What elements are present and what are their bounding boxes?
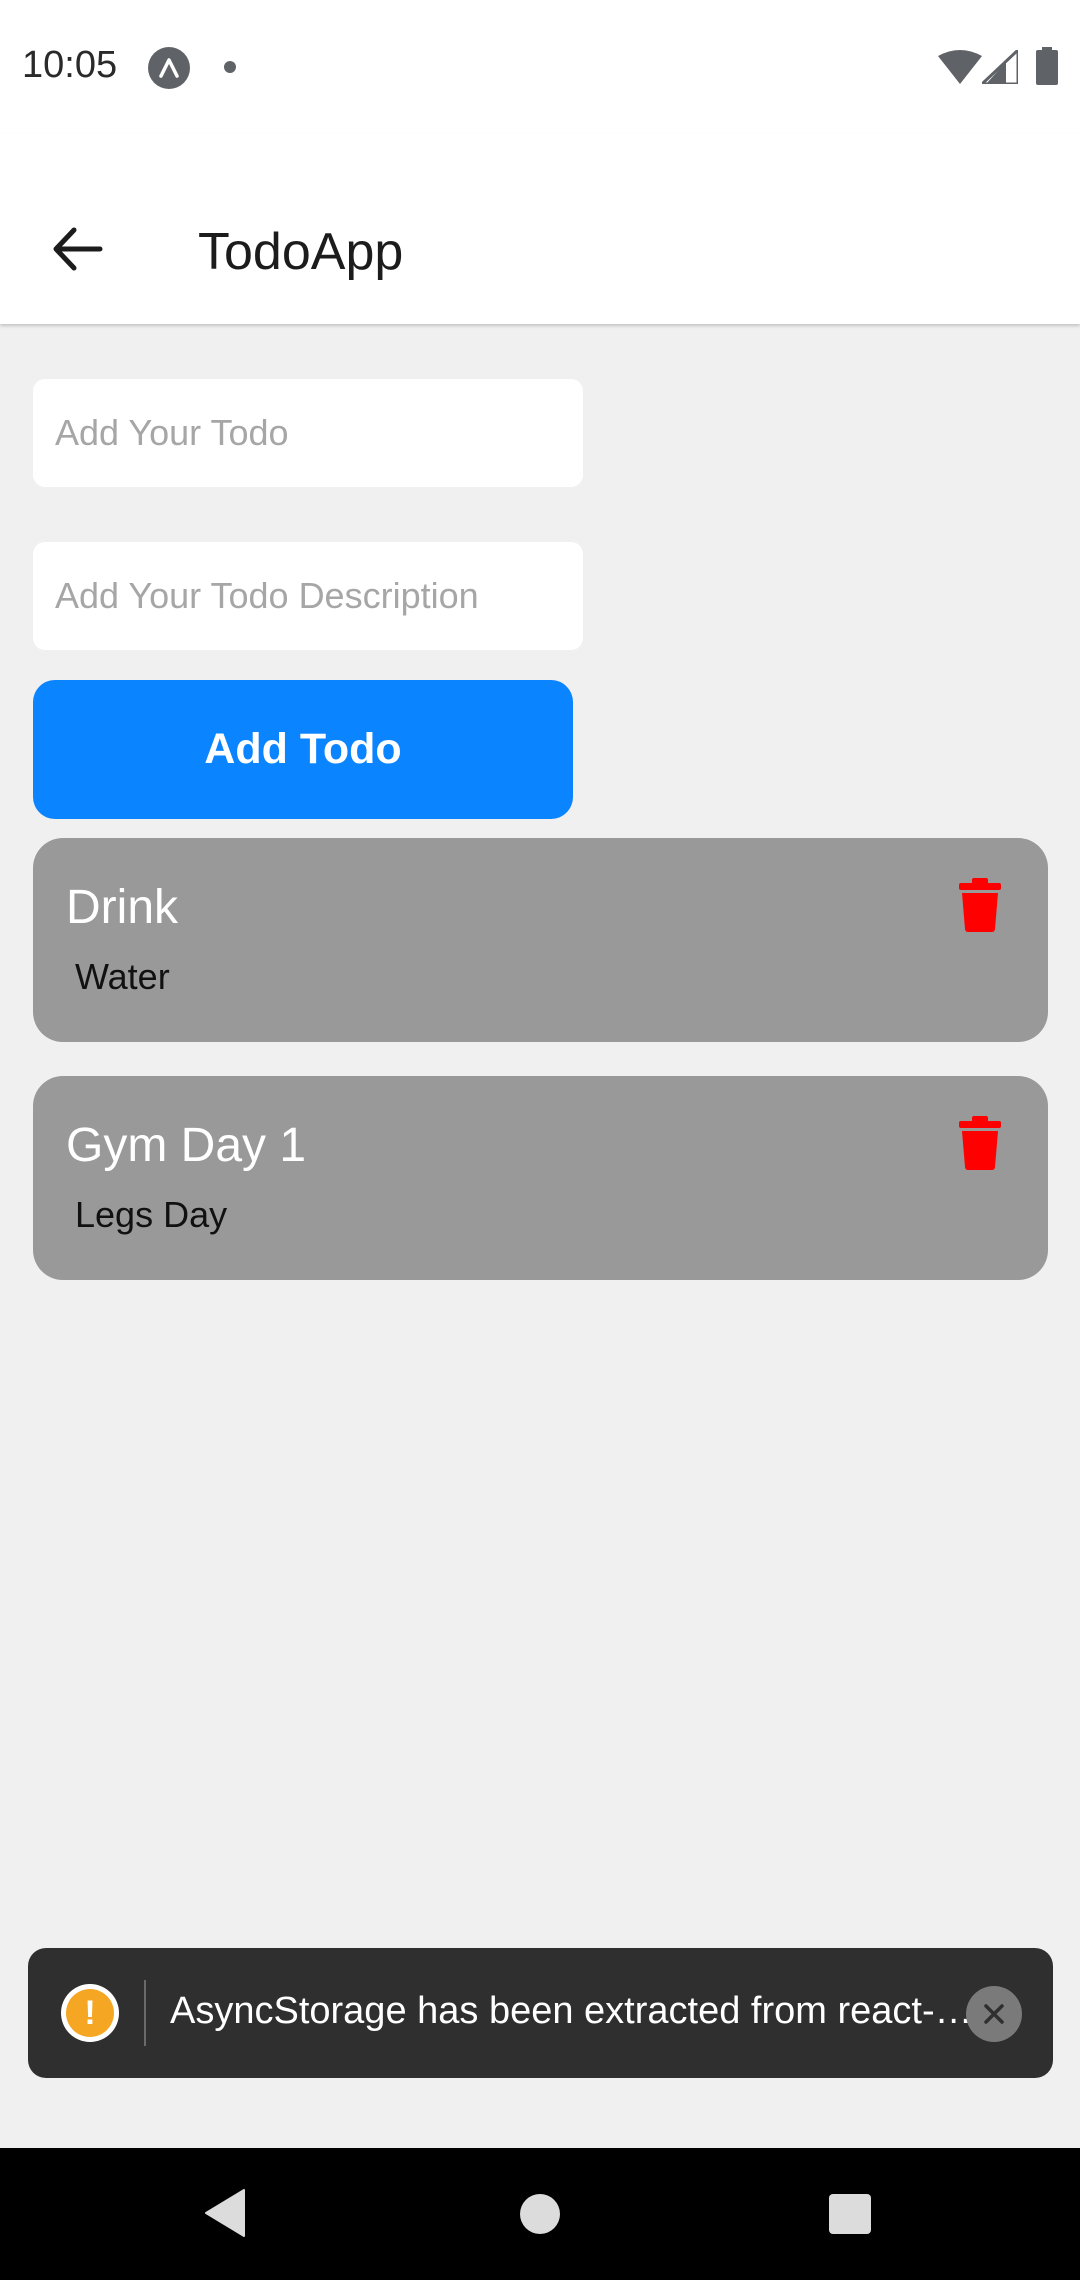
back-arrow-icon[interactable] [48, 222, 108, 276]
status-bar: 10:05 [0, 0, 1080, 134]
status-time: 10:05 [22, 44, 118, 86]
warning-toast[interactable]: ! AsyncStorage has been extracted from r… [28, 1948, 1053, 2078]
nav-recents-icon[interactable] [829, 2194, 871, 2234]
nav-home-icon[interactable] [520, 2194, 560, 2234]
trash-icon[interactable] [959, 878, 1001, 932]
toast-message: AsyncStorage has been extracted from rea… [170, 1990, 980, 2032]
notification-dot-icon [224, 61, 236, 73]
nav-back-icon[interactable] [204, 2188, 248, 2238]
todo-description-input[interactable] [33, 542, 583, 650]
expo-icon [148, 47, 190, 89]
todo-title: Drink [66, 881, 179, 934]
app-header: TodoApp [0, 134, 1080, 324]
trash-icon[interactable] [959, 1116, 1001, 1170]
todo-title: Gym Day 1 [66, 1119, 307, 1172]
page-title: TodoApp [198, 223, 404, 281]
todo-description: Legs Day [75, 1194, 228, 1235]
add-todo-button[interactable]: Add Todo [33, 680, 573, 819]
battery-icon [1036, 47, 1058, 85]
warning-icon: ! [61, 1984, 119, 2042]
close-icon[interactable] [966, 1986, 1022, 2042]
todo-title-input[interactable] [33, 379, 583, 487]
toast-divider [144, 1980, 146, 2046]
wifi-icon [938, 50, 982, 84]
system-navigation-bar [0, 2148, 1080, 2280]
todo-item[interactable]: Gym Day 1 Legs Day [33, 1076, 1048, 1280]
todo-description: Water [75, 956, 170, 997]
todo-item[interactable]: Drink Water [33, 838, 1048, 1042]
signal-icon [982, 50, 1018, 84]
